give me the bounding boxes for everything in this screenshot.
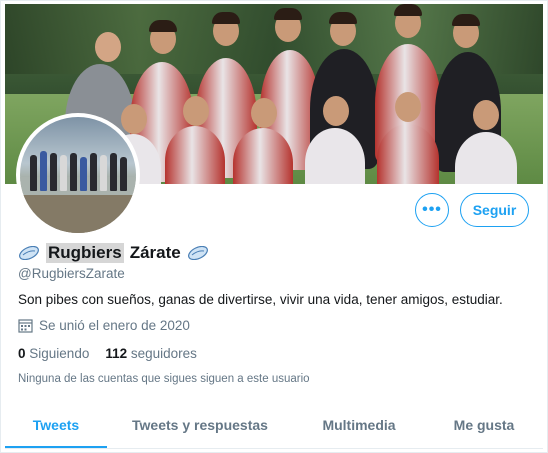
- more-options-button[interactable]: •••: [415, 193, 449, 227]
- profile-handle: @RugbiersZarate: [18, 266, 125, 281]
- avatar-figure: [120, 157, 127, 191]
- avatar-figure: [90, 153, 97, 191]
- followers-label: seguidores: [130, 346, 197, 361]
- followers-link[interactable]: 112 seguidores: [105, 346, 197, 361]
- banner-hair: [149, 20, 177, 32]
- banner-head: [323, 96, 349, 126]
- follow-stats: 0 Siguiendo 112 seguidores: [18, 346, 197, 361]
- banner-head: [183, 96, 209, 126]
- display-name-rest: Zárate: [129, 243, 181, 262]
- profile-avatar[interactable]: [16, 113, 140, 237]
- banner-hair: [394, 4, 422, 16]
- banner-head: [121, 104, 147, 134]
- avatar-figure: [100, 155, 107, 191]
- banner-head: [251, 98, 277, 128]
- following-link[interactable]: 0 Siguiendo: [18, 346, 89, 361]
- follow-button[interactable]: Seguir: [460, 193, 529, 227]
- following-count: 0: [18, 346, 26, 361]
- profile-tabs: Tweets Tweets y respuestas Multimedia Me…: [5, 402, 543, 449]
- avatar-photo: [20, 117, 136, 233]
- avatar-sand: [20, 195, 136, 233]
- tab-media[interactable]: Multimedia: [293, 402, 425, 448]
- avatar-sea: [20, 177, 136, 197]
- banner-hair: [452, 14, 480, 26]
- rugby-ball-icon: [187, 246, 208, 260]
- tab-likes[interactable]: Me gusta: [425, 402, 543, 448]
- followers-count: 112: [105, 346, 128, 361]
- avatar-figure: [50, 153, 57, 191]
- following-label: Siguiendo: [29, 346, 90, 361]
- banner-head: [395, 92, 421, 122]
- banner-person: [377, 124, 439, 184]
- avatar-figure: [110, 153, 117, 191]
- profile-display-name: Rugbiers Zárate: [18, 240, 209, 266]
- followers-you-know-note: Ninguna de las cuentas que sigues siguen…: [18, 373, 310, 385]
- avatar-figure: [70, 153, 77, 191]
- tab-tweets-and-replies[interactable]: Tweets y respuestas: [107, 402, 293, 448]
- tab-tweets[interactable]: Tweets: [5, 402, 107, 448]
- display-name-highlight: Rugbiers: [46, 243, 124, 263]
- avatar-figure: [40, 151, 47, 191]
- avatar-figure: [80, 157, 87, 191]
- joined-text: Se unió el enero de 2020: [39, 318, 190, 333]
- banner-hair: [274, 8, 302, 20]
- profile-bio: Son pibes con sueños, ganas de divertirs…: [18, 292, 503, 307]
- banner-hair: [329, 12, 357, 24]
- banner-head: [95, 32, 121, 62]
- joined-date: Se unió el enero de 2020: [18, 318, 190, 333]
- rugby-ball-icon: [19, 246, 39, 260]
- avatar-figure: [30, 155, 37, 191]
- calendar-icon: [18, 319, 33, 333]
- banner-hair: [212, 12, 240, 24]
- avatar-figure: [60, 155, 67, 191]
- banner-head: [473, 100, 499, 130]
